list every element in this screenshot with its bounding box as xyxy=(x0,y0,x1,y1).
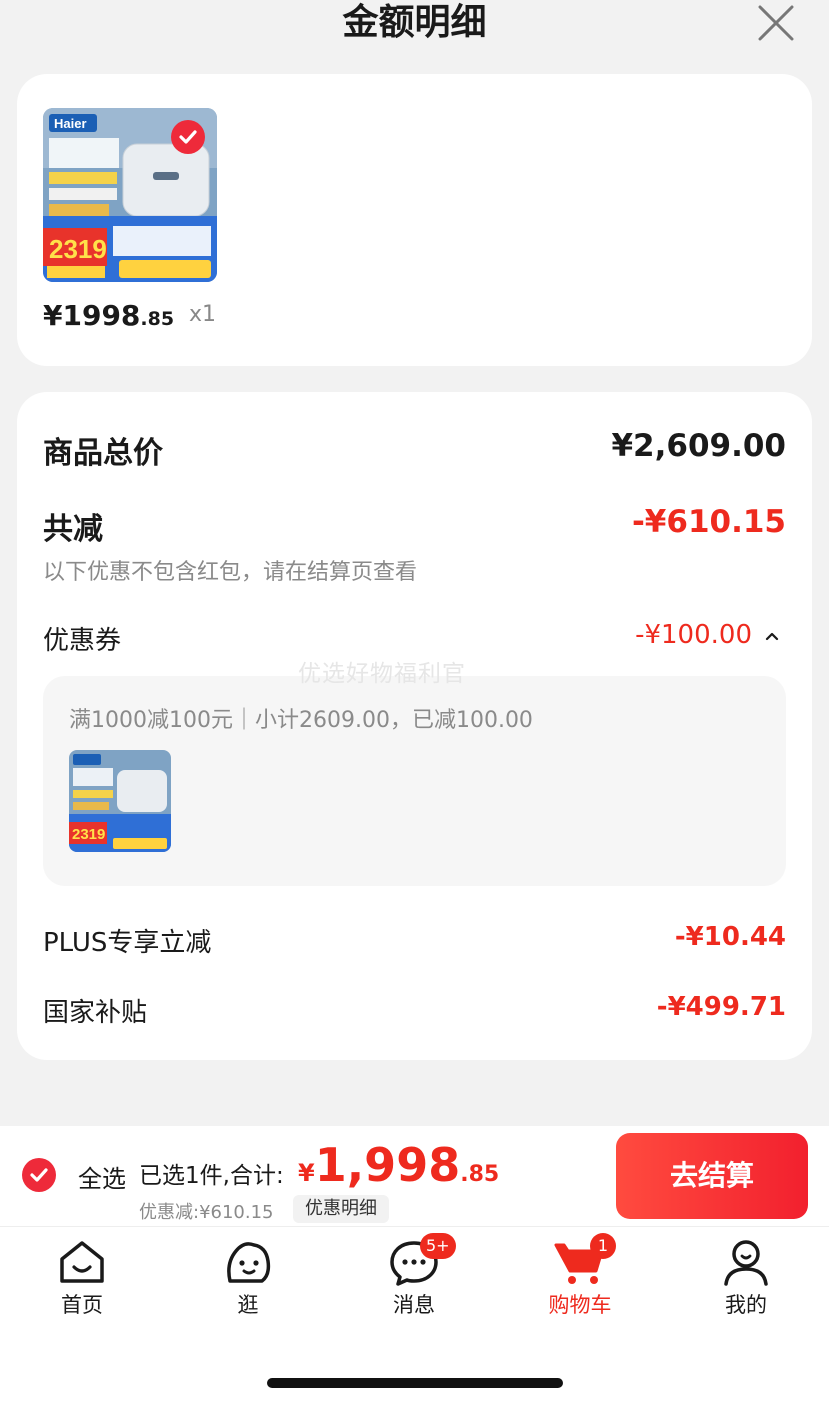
check-icon xyxy=(179,130,197,144)
total-price-label: 商品总价 xyxy=(43,436,163,471)
check-icon xyxy=(30,1168,48,1182)
item-selected-check[interactable] xyxy=(171,120,205,154)
close-icon xyxy=(758,5,794,41)
watermark: 优选好物福利官 xyxy=(298,661,466,687)
profile-icon xyxy=(724,1240,768,1286)
checkout-bar: 全选 已选1件,合计: ¥1,998.85 优惠减:¥610.15 优惠明细 去… xyxy=(0,1126,829,1226)
discount-detail-button[interactable]: 优惠明细 xyxy=(293,1195,389,1223)
brand-logo-text: Haier xyxy=(54,116,87,131)
product-image[interactable]: Haier 2319 xyxy=(43,108,217,282)
reduce-note: 以下优惠不包含红包，请在结算页查看 xyxy=(43,560,418,585)
bottom-tab-bar: 首页 逛 消息 5+ 购物车 1 我的 xyxy=(0,1226,829,1405)
thumb-price-text-small: 2319 xyxy=(72,826,105,843)
national-subsidy-value: -¥499.71 xyxy=(656,992,786,1022)
coupon-detail-text: 满1000减100元｜小计2609.00，已减100.00 xyxy=(69,708,533,733)
product-quantity: x1 xyxy=(189,302,217,327)
tab-home[interactable]: 首页 xyxy=(22,1237,142,1327)
product-card: Haier 2319 ¥1998.85 x1 xyxy=(17,74,812,366)
tab-browse[interactable]: 逛 xyxy=(188,1237,308,1327)
thumb-price-text: 2319 xyxy=(49,234,107,264)
plus-discount-label: PLUS专享立减 xyxy=(43,928,212,958)
national-subsidy-label: 国家补贴 xyxy=(43,998,148,1028)
page-title: 金额明细 xyxy=(342,2,487,43)
amount-detail-card: 商品总价 ¥2,609.00 共减 -¥610.15 以下优惠不包含红包，请在结… xyxy=(17,392,812,1060)
coupon-detail-box: 满1000减100元｜小计2609.00，已减100.00 2319 xyxy=(43,676,786,886)
plus-discount-row: PLUS专享立减 -¥10.44 xyxy=(43,922,786,959)
total-reduce-value: -¥610.15 xyxy=(631,504,786,540)
coupon-value: -¥100.00 xyxy=(635,620,752,650)
select-all-label[interactable]: 全选 xyxy=(78,1159,126,1194)
total-price-row: 商品总价 ¥2,609.00 xyxy=(43,428,786,472)
select-all-checkbox[interactable] xyxy=(22,1158,56,1192)
total-reduce-row: 共减 -¥610.15 xyxy=(43,504,786,548)
chevron-up-icon[interactable] xyxy=(764,628,780,644)
total-reduce-label: 共减 xyxy=(43,512,103,547)
tab-messages[interactable]: 消息 5+ xyxy=(354,1233,474,1327)
selected-count-text: 已选1件,合计: xyxy=(139,1163,284,1189)
cart-badge: 1 xyxy=(590,1233,616,1259)
total-price-value: ¥2,609.00 xyxy=(611,428,786,464)
checkout-button[interactable]: 去结算 xyxy=(616,1133,808,1219)
tab-profile[interactable]: 我的 xyxy=(686,1237,806,1327)
tab-cart[interactable]: 购物车 1 xyxy=(520,1233,640,1327)
home-icon xyxy=(60,1241,104,1283)
coupon-row[interactable]: 优惠券 -¥100.00 xyxy=(43,620,786,657)
browse-icon xyxy=(227,1242,271,1283)
water-heater-product-picture-small: 2319 xyxy=(69,750,171,852)
coupon-product-image[interactable]: 2319 xyxy=(69,750,171,852)
discount-text: 优惠减:¥610.15 xyxy=(139,1202,274,1223)
message-badge: 5+ xyxy=(420,1233,456,1259)
product-price: ¥1998.85 xyxy=(43,299,175,332)
home-indicator xyxy=(267,1378,563,1388)
national-subsidy-row: 国家补贴 -¥499.71 xyxy=(43,992,786,1029)
header: 金额明细 xyxy=(0,0,829,60)
coupon-label: 优惠券 xyxy=(43,626,122,656)
total-amount: ¥1,998.85 xyxy=(298,1138,500,1192)
plus-discount-value: -¥10.44 xyxy=(674,922,786,952)
close-button[interactable] xyxy=(757,4,795,42)
